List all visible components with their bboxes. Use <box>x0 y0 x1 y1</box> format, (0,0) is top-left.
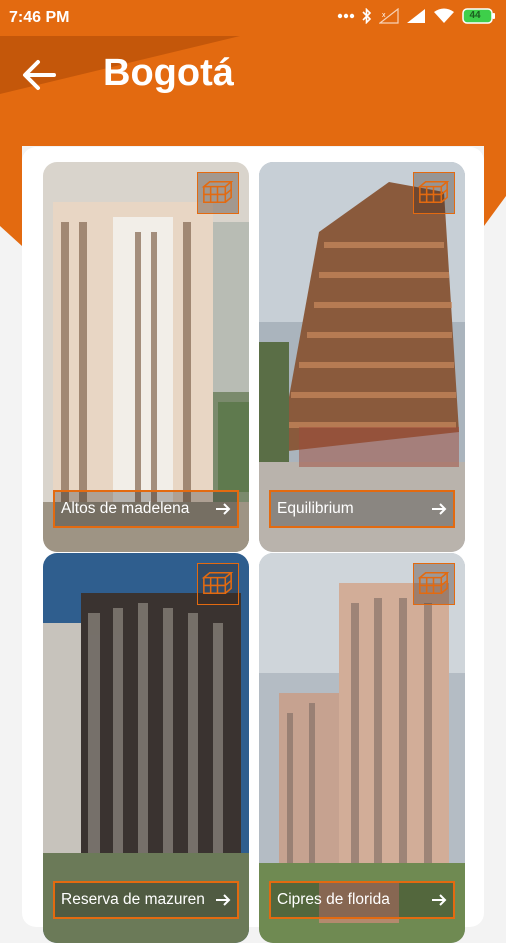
project-card[interactable]: Cipres de florida <box>259 553 465 943</box>
project-name: Equilibrium <box>277 500 354 517</box>
project-card[interactable]: Reserva de mazuren <box>43 553 249 943</box>
project-name-button[interactable]: Cipres de florida <box>269 881 455 919</box>
signal-weak-icon: x <box>379 8 399 24</box>
project-name: Altos de madelena <box>61 500 190 517</box>
back-arrow-icon[interactable] <box>20 55 60 95</box>
building-blocks-icon <box>413 172 455 214</box>
building-blocks-icon <box>413 563 455 605</box>
project-name-button[interactable]: Reserva de mazuren <box>53 881 239 919</box>
page-title: Bogotá <box>103 52 234 94</box>
building-blocks-icon <box>197 563 239 605</box>
status-icons: x 44 <box>337 8 496 24</box>
wifi-icon <box>434 8 454 23</box>
status-time: 7:46 PM <box>9 9 70 26</box>
svg-text:x: x <box>382 12 386 19</box>
arrow-right-icon <box>432 503 447 515</box>
project-card[interactable]: Altos de madelena <box>43 162 249 552</box>
battery-level: 44 <box>469 10 481 21</box>
project-name-button[interactable]: Equilibrium <box>269 490 455 528</box>
project-card[interactable]: Equilibrium <box>259 162 465 552</box>
arrow-right-icon <box>216 894 231 906</box>
more-dots-icon <box>337 13 355 19</box>
building-blocks-icon <box>197 172 239 214</box>
projects-panel: Altos de madelena Equilibrium Reserva de… <box>22 147 484 943</box>
status-bar: 7:46 PM x 44 <box>0 0 506 36</box>
arrow-right-icon <box>432 894 447 906</box>
arrow-right-icon <box>216 503 231 515</box>
project-name-button[interactable]: Altos de madelena <box>53 490 239 528</box>
signal-icon <box>407 9 425 23</box>
bluetooth-icon <box>362 8 372 24</box>
